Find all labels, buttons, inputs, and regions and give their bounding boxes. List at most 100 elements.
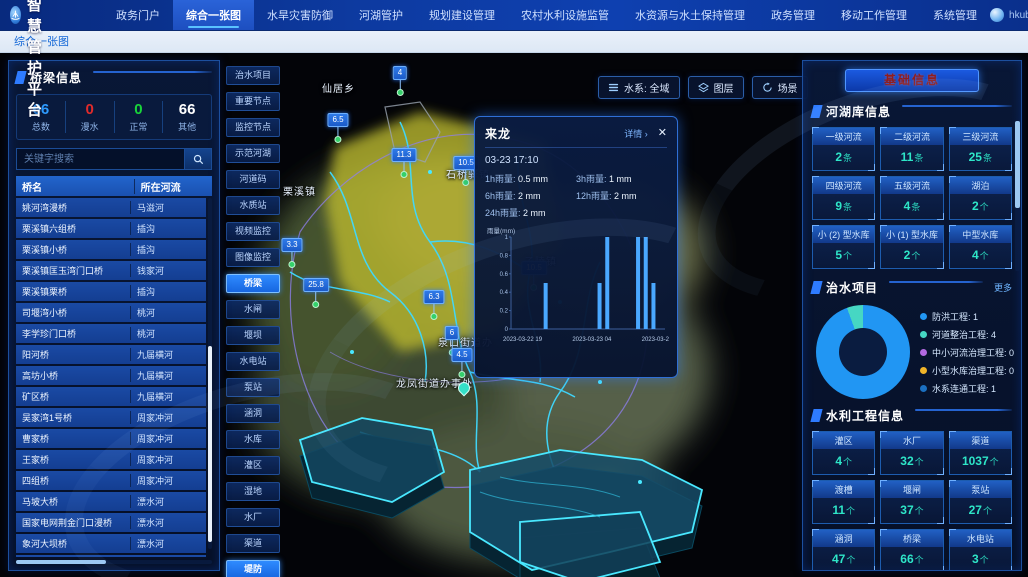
river-cell: 周家冲河: [130, 432, 206, 445]
search-input[interactable]: [16, 148, 184, 170]
layer-item-桥梁[interactable]: 桥梁: [226, 274, 280, 293]
right-panel-scrollbar-thumb[interactable]: [1015, 121, 1020, 208]
map-marker[interactable]: 4.5: [451, 348, 472, 378]
bridge-name-cell: 栗溪镇栗桥: [16, 285, 130, 298]
layer-item-监控节点[interactable]: 监控节点: [226, 118, 280, 137]
table-row[interactable]: 国家电网荆金门口漫桥漂水河: [16, 513, 206, 532]
tile-value: 3个: [950, 547, 1011, 571]
layer-item-水库[interactable]: 水库: [226, 430, 280, 449]
nav-item-系统管理[interactable]: 系统管理: [920, 0, 990, 30]
nav-item-河湖管护[interactable]: 河湖管护: [346, 0, 416, 30]
marker-value-badge: 6.3: [423, 290, 444, 304]
username: hkub42080201: [1009, 10, 1028, 21]
bridge-stat-漫水: 0漫水: [65, 101, 114, 133]
layer-item-图像监控[interactable]: 图像监控: [226, 248, 280, 267]
table-row[interactable]: 象河大坝桥漂水河: [16, 534, 206, 553]
map-control-图层[interactable]: 图层: [688, 76, 744, 99]
table-row[interactable]: 矿区桥九届横河: [16, 387, 206, 406]
nav-item-规划建设管理[interactable]: 规划建设管理: [416, 0, 508, 30]
stat-tile-渠道: 渠道1037个: [949, 431, 1012, 475]
map-marker[interactable]: 3.3: [281, 238, 302, 268]
layer-item-湿地[interactable]: 湿地: [226, 482, 280, 501]
stat-tile-小 (2) 型水库: 小 (2) 型水库5个: [812, 225, 875, 269]
nav-item-移动工作管理[interactable]: 移动工作管理: [828, 0, 920, 30]
layer-item-治水项目[interactable]: 治水项目: [226, 66, 280, 85]
layer-item-水闸[interactable]: 水闸: [226, 300, 280, 319]
layer-item-视频监控[interactable]: 视频监控: [226, 222, 280, 241]
user-menu[interactable]: hkub42080201 ∨: [990, 8, 1028, 22]
map-marker[interactable]: 11.3: [392, 148, 417, 178]
table-row[interactable]: 曹家桥周家冲河: [16, 429, 206, 448]
map-marker[interactable]: 6.3: [423, 290, 444, 320]
col-header-river: 所在河流: [134, 179, 212, 194]
base-info-button[interactable]: 基础信息: [845, 69, 979, 92]
marker-stem: [399, 80, 400, 89]
nav-item-政务门户[interactable]: 政务门户: [103, 0, 173, 30]
table-row[interactable]: 栗溪镇匡玉湾门口桥钱家河: [16, 261, 206, 280]
map-control-水系: 全域[interactable]: 水系: 全域: [598, 76, 680, 99]
table-row[interactable]: 栗溪镇六组桥插沟: [16, 219, 206, 238]
stat-tile-一级河流: 一级河流2条: [812, 127, 875, 171]
table-row[interactable]: 四组桥周家冲河: [16, 471, 206, 490]
stat-tile-湖泊: 湖泊2个: [949, 176, 1012, 220]
layer-item-堰坝[interactable]: 堰坝: [226, 326, 280, 345]
table-row[interactable]: 马坡大桥漂水河: [16, 492, 206, 511]
marker-stem: [292, 252, 293, 261]
river-cell: 马滋河: [130, 201, 206, 214]
table-row[interactable]: 阳河桥九届横河: [16, 345, 206, 364]
layer-item-泵站[interactable]: 泵站: [226, 378, 280, 397]
legend-item-中小河流治理工程: 中小河流治理工程: 0: [920, 346, 1014, 359]
table-row[interactable]: 栗溪镇小桥插沟: [16, 240, 206, 259]
bridge-name-cell: 王家桥: [16, 453, 130, 466]
tile-value: 4条: [881, 194, 942, 219]
nav-item-农村水利设施监管[interactable]: 农村水利设施监管: [508, 0, 622, 30]
nav-item-政务管理[interactable]: 政务管理: [758, 0, 828, 30]
map-marker[interactable]: 4: [393, 66, 407, 96]
layer-item-河道码[interactable]: 河道码: [226, 170, 280, 189]
svg-text:0.2: 0.2: [500, 309, 509, 315]
table-row[interactable]: 王家桥周家冲河: [16, 450, 206, 469]
nav-item-综合一张图[interactable]: 综合一张图: [173, 0, 254, 30]
layer-item-示范河湖[interactable]: 示范河湖: [226, 144, 280, 163]
table-row[interactable]: 栗溪镇栗桥插沟: [16, 282, 206, 301]
layer-item-渠道[interactable]: 渠道: [226, 534, 280, 553]
bridge-name-cell: 栗溪镇小桥: [16, 243, 130, 256]
layer-item-重要节点[interactable]: 重要节点: [226, 92, 280, 111]
table-row[interactable]: 高坊小桥九届横河: [16, 366, 206, 385]
layer-item-灌区[interactable]: 灌区: [226, 456, 280, 475]
bridge-name-cell: 曹家桥: [16, 432, 130, 445]
nav-item-水旱灾害防御[interactable]: 水旱灾害防御: [254, 0, 346, 30]
layer-item-水厂[interactable]: 水厂: [226, 508, 280, 527]
tile-label: 水电站: [950, 530, 1011, 547]
nav-item-水资源与水土保持管理[interactable]: 水资源与水土保持管理: [622, 0, 758, 30]
search-button[interactable]: [184, 148, 212, 170]
map-control-场景[interactable]: 场景: [752, 76, 808, 99]
table-row[interactable]: 吴家湾1号桥周家冲河: [16, 408, 206, 427]
layer-item-水质站[interactable]: 水质站: [226, 196, 280, 215]
legend-dot-icon: [920, 349, 927, 356]
popup-detail-link[interactable]: 详情 ›: [624, 127, 648, 140]
tile-value: 27个: [950, 498, 1011, 523]
map-marker[interactable]: 6.5: [327, 113, 348, 143]
layer-item-堤防[interactable]: 堤防: [226, 560, 280, 577]
layer-item-涵洞[interactable]: 涵洞: [226, 404, 280, 423]
more-link[interactable]: 更多: [994, 281, 1012, 294]
stat-tile-中型水库: 中型水库4个: [949, 225, 1012, 269]
bridge-name-cell: 国家电网荆金门口漫桥: [16, 516, 130, 529]
map-canvas[interactable]: 仙居乡石桥驿镇栗溪镇子陵镇泉口街道办龙凤街道办事处46.511.310.53.3…: [0, 52, 1028, 577]
table-row[interactable]: 姚家5号堰漫桥漂水河: [16, 555, 206, 557]
table-h-scrollbar-thumb[interactable]: [16, 560, 106, 564]
river-section-header: 河湖库信息: [812, 101, 1012, 121]
layer-item-水电站[interactable]: 水电站: [226, 352, 280, 371]
map-marker[interactable]: 25.8: [303, 278, 329, 308]
table-row[interactable]: 李学珍门口桥桃河: [16, 324, 206, 343]
rainfall-metrics: 1h雨量: 0.5 mm3h雨量: 1 mm6h雨量: 2 mm12h雨量: 2…: [485, 170, 667, 221]
project-legend: 防洪工程: 1河道整治工程: 4中小河流治理工程: 0小型水库治理工程: 0水系…: [920, 310, 1014, 395]
close-icon[interactable]: ✕: [658, 128, 667, 139]
marker-value-badge: 11.3: [392, 148, 417, 162]
table-scrollbar-thumb[interactable]: [208, 346, 212, 542]
map-control-label: 场景: [778, 80, 798, 95]
stat-tile-四级河流: 四级河流9条: [812, 176, 875, 220]
table-row[interactable]: 姚河湾漫桥马滋河: [16, 198, 206, 217]
table-row[interactable]: 司堰湾小桥桃河: [16, 303, 206, 322]
